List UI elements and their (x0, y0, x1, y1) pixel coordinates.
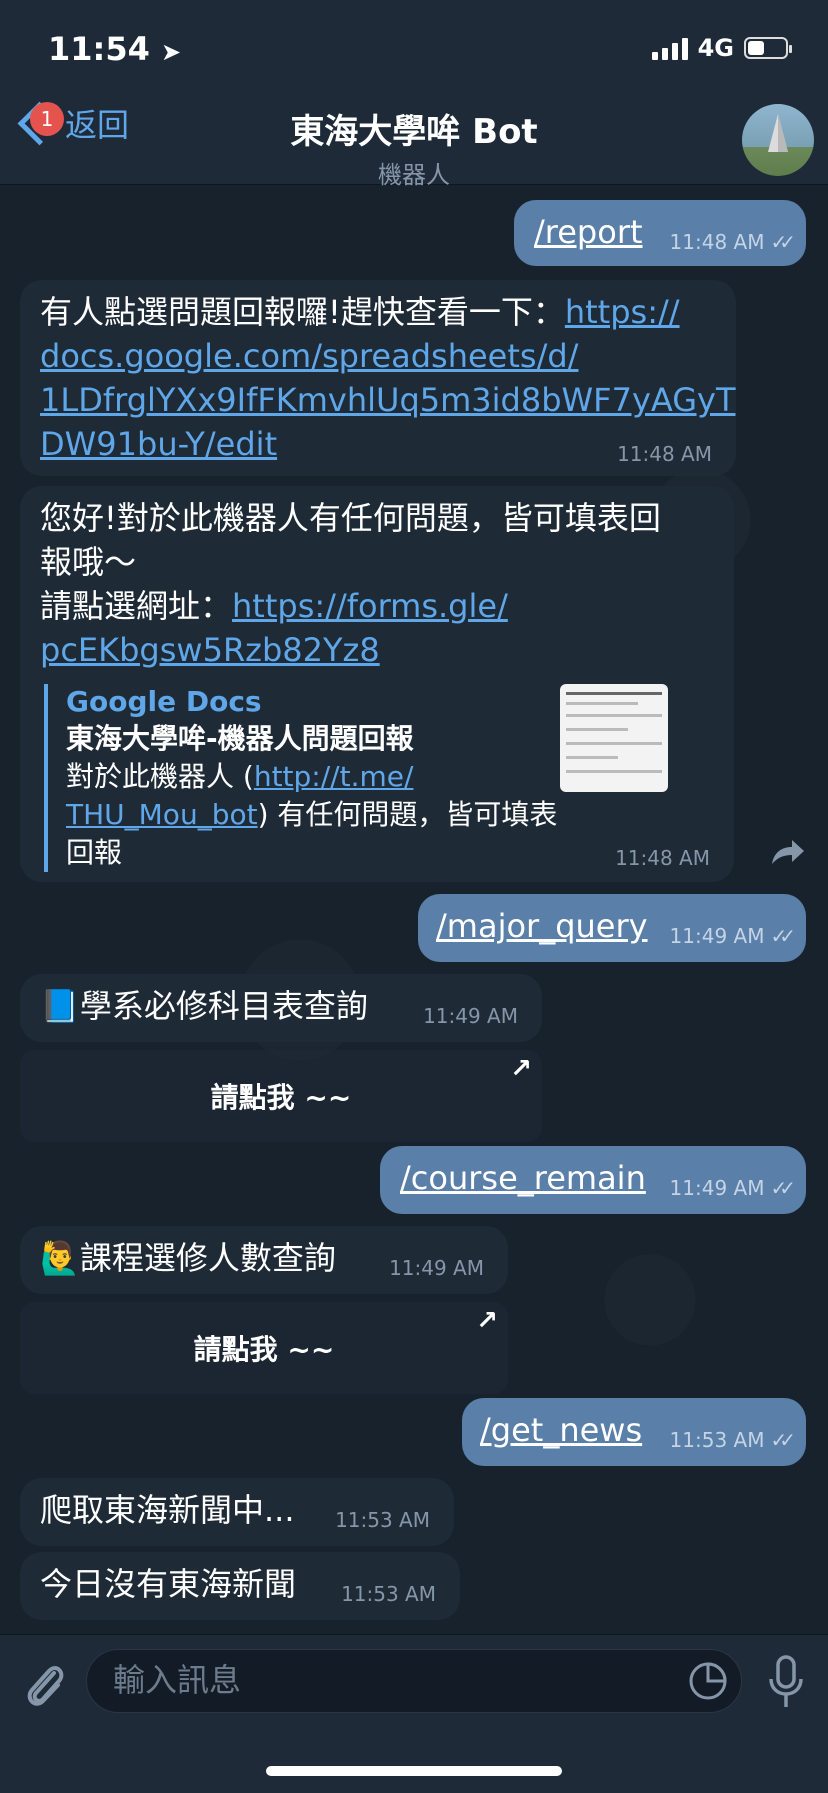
command-link[interactable]: /course_remain (400, 1156, 646, 1200)
preview-thumbnail (560, 684, 668, 792)
home-indicator (266, 1766, 562, 1776)
preview-site: Google Docs (66, 685, 262, 718)
message-time: 11:49 AM ✓✓ (669, 1176, 796, 1200)
double-check-icon: ✓✓ (770, 230, 795, 254)
location-arrow-icon: ➤ (161, 38, 182, 66)
message-incoming: 今日沒有東海新聞 11:53 AM (20, 1552, 460, 1620)
message-incoming: 📘學系必修科目表查詢 11:49 AM (20, 974, 542, 1042)
message-incoming: 🙋‍♂️課程選修人數查詢 11:49 AM (20, 1226, 508, 1294)
form-link[interactable]: https://forms.gle/ (232, 587, 508, 625)
spreadsheet-link-line[interactable]: 1LDfrglYXx9IfFKmvhlUq5m3id8bWF7yAGyT (40, 381, 735, 419)
preview-title: 東海大學哞-機器人問題回報 (66, 722, 414, 755)
inline-button-label: 請點我 ~~ (210, 1081, 352, 1114)
battery-level (748, 41, 764, 55)
external-link-arrow-icon: ↗ (476, 1306, 498, 1336)
message-text: 🙋‍♂️課程選修人數查詢 (40, 1239, 336, 1277)
command-link[interactable]: /report (534, 210, 643, 254)
message-input-box[interactable] (86, 1649, 742, 1713)
spreadsheet-link-line[interactable]: docs.google.com/spreadsheets/d/ (40, 337, 578, 375)
message-text: 有人點選問題回報囉!趕快查看一下：https:// docs.google.co… (40, 293, 736, 463)
message-incoming: 您好!對於此機器人有任何問題，皆可填表回 報哦～ 請點選網址：https://f… (20, 486, 734, 882)
message-time: 11:53 AM (335, 1508, 430, 1532)
message-time: 11:49 AM (389, 1256, 484, 1280)
church-image-icon (768, 114, 788, 152)
message-time: 11:48 AM ✓✓ (669, 230, 796, 254)
share-icon[interactable] (764, 830, 808, 874)
message-time: 11:53 AM (341, 1582, 436, 1606)
link-preview[interactable]: Google Docs 東海大學哞-機器人問題回報 對於此機器人 (http:/… (44, 684, 668, 872)
double-check-icon: ✓✓ (770, 1428, 795, 1452)
double-check-icon: ✓✓ (770, 1176, 795, 1200)
spreadsheet-link[interactable]: https:// (565, 293, 680, 331)
message-time: 11:48 AM (617, 442, 712, 466)
message-text: 今日沒有東海新聞 (40, 1565, 297, 1603)
message-incoming: 爬取東海新聞中... 11:53 AM (20, 1478, 454, 1546)
message-text: 📘學系必修科目表查詢 (40, 987, 368, 1025)
external-link-arrow-icon: ↗ (510, 1054, 532, 1084)
chat-title: 東海大學哞 Bot (290, 112, 538, 152)
message-outgoing: /get_news 11:53 AM ✓✓ (462, 1398, 806, 1466)
command-link[interactable]: /major_query (436, 904, 648, 948)
status-time: 11:54 ➤ (48, 30, 182, 68)
inline-button-label: 請點我 ~~ (193, 1333, 335, 1366)
message-incoming: 有人點選問題回報囉!趕快查看一下：https:// docs.google.co… (20, 280, 736, 476)
network-type: 4G (697, 34, 734, 62)
microphone-icon[interactable] (766, 1653, 806, 1713)
signal-icon (651, 36, 688, 60)
double-check-icon: ✓✓ (770, 924, 795, 948)
inline-url-button[interactable]: 請點我 ~~ ↗ (20, 1050, 542, 1142)
command-link[interactable]: /get_news (480, 1408, 642, 1452)
message-outgoing: /course_remain 11:49 AM ✓✓ (380, 1146, 806, 1214)
message-time: 11:53 AM ✓✓ (669, 1428, 796, 1452)
inline-url-button[interactable]: 請點我 ~~ ↗ (20, 1302, 508, 1394)
chat-title-area[interactable]: 東海大學哞 Bot 機器人 (0, 104, 828, 190)
message-outgoing: /report 11:48 AM ✓✓ (514, 200, 806, 266)
preview-link-line[interactable]: THU_Mou_bot (66, 798, 258, 831)
bot-avatar[interactable] (742, 104, 814, 176)
message-outgoing: /major_query 11:49 AM ✓✓ (418, 894, 806, 962)
message-time: 11:49 AM (423, 1004, 518, 1028)
paperclip-icon[interactable] (20, 1659, 68, 1715)
preview-link[interactable]: http://t.me/ (254, 760, 414, 793)
book-icon: 📘 (40, 987, 80, 1025)
chat-subtitle: 機器人 (378, 161, 450, 189)
status-indicators: 4G (651, 34, 792, 62)
chat-header: 11:54 ➤ 4G 返回 1 東海大學哞 Bot 機器人 (0, 0, 828, 189)
form-link-line[interactable]: pcEKbgsw5Rzb82Yz8 (40, 631, 380, 669)
status-bar: 11:54 ➤ 4G (0, 0, 828, 96)
message-text: 爬取東海新聞中... (40, 1491, 295, 1529)
message-time: 11:49 AM ✓✓ (669, 924, 796, 948)
sticker-icon[interactable] (687, 1660, 729, 1702)
battery-icon (744, 37, 792, 59)
message-input[interactable] (111, 1660, 655, 1700)
spreadsheet-link-line[interactable]: DW91bu-Y/edit (40, 425, 277, 463)
message-time: 11:48 AM (615, 846, 710, 870)
raising-hand-icon: 🙋‍♂️ (40, 1239, 80, 1277)
message-text: 您好!對於此機器人有任何問題，皆可填表回 報哦～ 請點選網址：https://f… (40, 499, 661, 669)
preview-description: 對於此機器人 (http://t.me/ THU_Mou_bot) 有任何問題，… (66, 760, 558, 869)
